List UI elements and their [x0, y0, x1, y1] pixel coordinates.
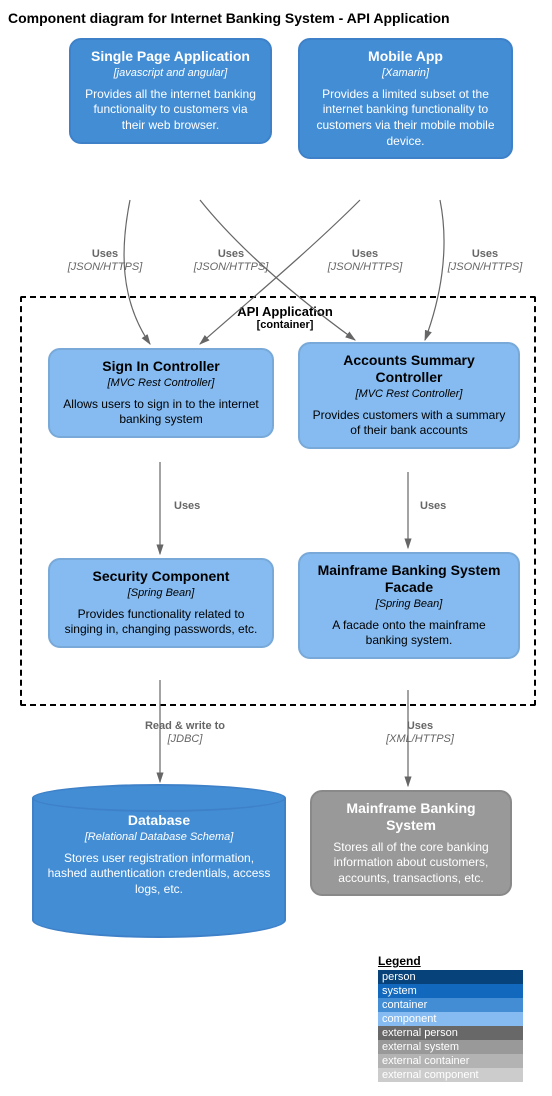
spa-title: Single Page Application [81, 48, 260, 65]
database-container: Database [Relational Database Schema] St… [32, 798, 286, 938]
legend-row: external person [378, 1026, 523, 1040]
edge-accounts-facade: Uses [420, 500, 446, 513]
security-title: Security Component [60, 568, 262, 585]
security-desc: Provides functionality related to singin… [60, 607, 262, 638]
mobile-title: Mobile App [310, 48, 501, 65]
signin-component: Sign In Controller [MVC Rest Controller]… [48, 348, 274, 438]
db-desc: Stores user registration information, ha… [44, 851, 274, 898]
legend-row: component [378, 1012, 523, 1026]
legend: Legend personsystemcontainercomponentext… [378, 954, 523, 1082]
signin-desc: Allows users to sign in to the internet … [60, 397, 262, 428]
spa-container: Single Page Application [javascript and … [69, 38, 272, 144]
edge-signin-security: Uses [174, 500, 200, 513]
mainframe-desc: Stores all of the core banking informati… [322, 840, 500, 887]
db-tech: [Relational Database Schema] [44, 831, 274, 843]
api-application-label: API Application [container] [200, 304, 370, 331]
edge-security-db: Read & write to[JDBC] [120, 720, 250, 746]
accounts-component: Accounts Summary Controller [MVC Rest Co… [298, 342, 520, 449]
spa-desc: Provides all the internet banking functi… [81, 87, 260, 134]
legend-title: Legend [378, 954, 523, 968]
facade-component: Mainframe Banking System Facade [Spring … [298, 552, 520, 659]
edge-spa-signin: Uses[JSON/HTTPS] [60, 248, 150, 274]
edge-mobile-signin: Uses[JSON/HTTPS] [320, 248, 410, 274]
security-component: Security Component [Spring Bean] Provide… [48, 558, 274, 648]
accounts-tech: [MVC Rest Controller] [310, 388, 508, 400]
edge-mobile-accounts: Uses[JSON/HTTPS] [440, 248, 530, 274]
edge-facade-mainframe: Uses[XML/HTTPS] [370, 720, 470, 746]
facade-desc: A facade onto the mainframe banking syst… [310, 618, 508, 649]
legend-row: system [378, 984, 523, 998]
accounts-desc: Provides customers with a summary of the… [310, 408, 508, 439]
diagram-title: Component diagram for Internet Banking S… [0, 0, 552, 30]
db-title: Database [44, 812, 274, 829]
mobile-tech: [Xamarin] [310, 67, 501, 79]
mobile-container: Mobile App [Xamarin] Provides a limited … [298, 38, 513, 159]
database-lid [32, 784, 286, 812]
legend-row: external component [378, 1068, 523, 1082]
accounts-title: Accounts Summary Controller [310, 352, 508, 386]
legend-row: external container [378, 1054, 523, 1068]
mobile-desc: Provides a limited subset ot the interne… [310, 87, 501, 149]
edge-spa-accounts: Uses[JSON/HTTPS] [186, 248, 276, 274]
mainframe-title: Mainframe Banking System [322, 800, 500, 834]
facade-title: Mainframe Banking System Facade [310, 562, 508, 596]
mainframe-system: Mainframe Banking System Stores all of t… [310, 790, 512, 896]
spa-tech: [javascript and angular] [81, 67, 260, 79]
legend-row: container [378, 998, 523, 1012]
legend-row: person [378, 970, 523, 984]
facade-tech: [Spring Bean] [310, 598, 508, 610]
signin-tech: [MVC Rest Controller] [60, 377, 262, 389]
legend-row: external system [378, 1040, 523, 1054]
signin-title: Sign In Controller [60, 358, 262, 375]
security-tech: [Spring Bean] [60, 587, 262, 599]
